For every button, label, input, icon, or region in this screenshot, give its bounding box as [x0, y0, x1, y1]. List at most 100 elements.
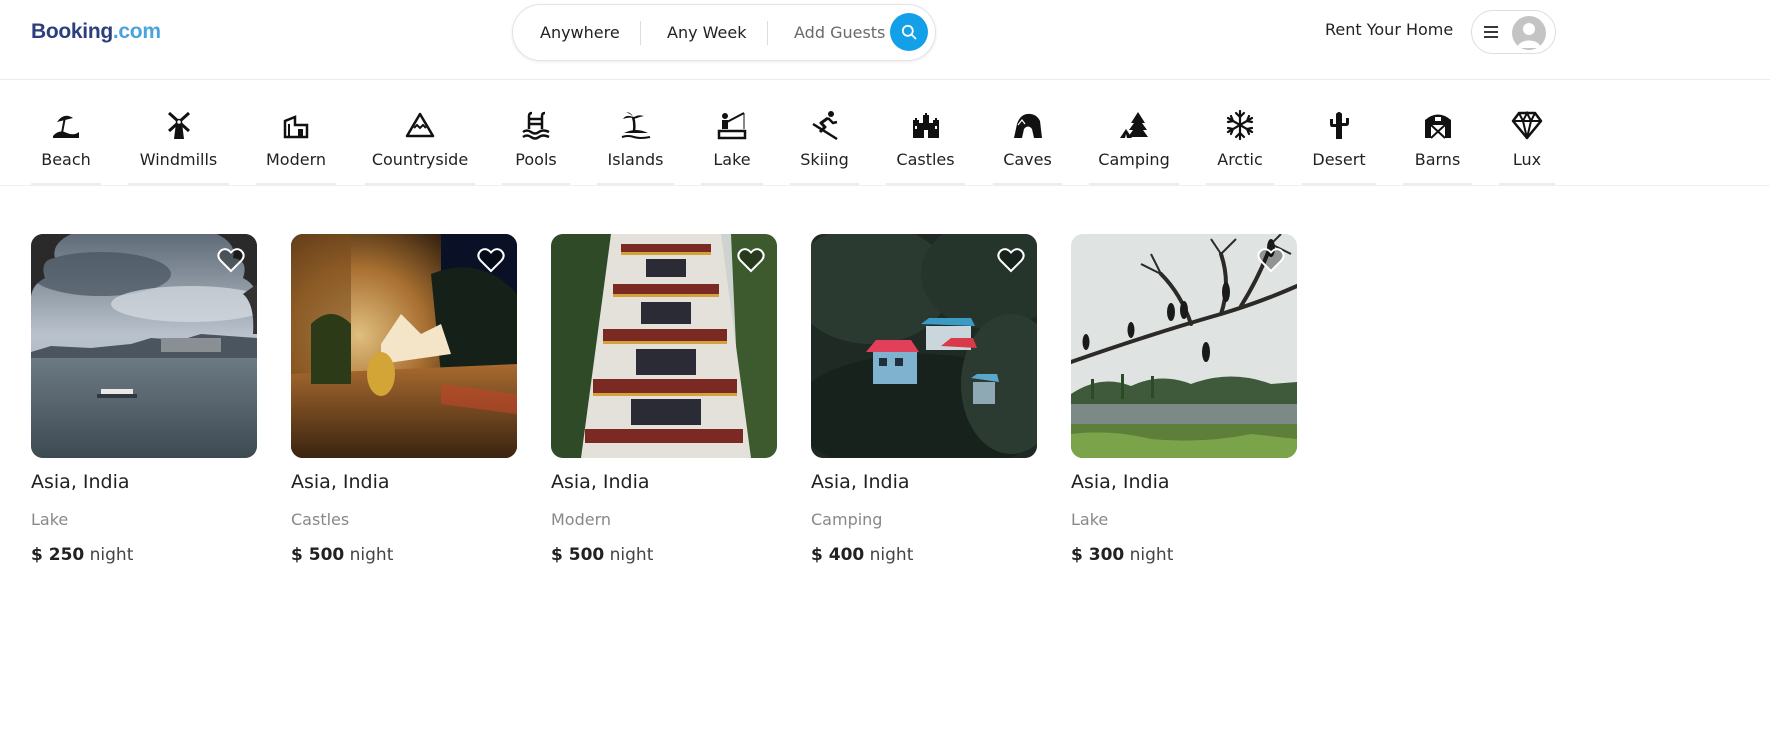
category-lake[interactable]: Lake [701, 80, 763, 185]
listing-photo[interactable] [551, 234, 777, 458]
search-when-button[interactable]: Any Week [667, 5, 746, 62]
listing-category: Camping [811, 510, 883, 529]
search-icon [901, 24, 917, 40]
category-underline [1403, 183, 1472, 185]
pool-ladder-icon [522, 111, 550, 140]
category-underline [1302, 183, 1376, 185]
price-unit: night [1129, 545, 1174, 565]
category-label: Pools [515, 150, 557, 169]
category-camping[interactable]: Camping [1089, 80, 1179, 185]
modern-building-icon [283, 115, 309, 139]
cave-icon [1013, 113, 1042, 138]
search-where-button[interactable]: Anywhere [540, 5, 620, 62]
listing-category: Lake [1071, 510, 1109, 529]
tent-tree-icon [1120, 112, 1148, 138]
listing-category: Lake [31, 510, 69, 529]
listing-category: Modern [551, 510, 612, 529]
category-label: Caves [1003, 150, 1052, 169]
category-windmills[interactable]: Windmills [128, 80, 229, 185]
listing-photo[interactable] [31, 234, 257, 458]
listing-price: $ 500 night [291, 545, 393, 565]
heart-icon[interactable] [217, 247, 245, 273]
category-label: Camping [1098, 150, 1170, 169]
category-underline [701, 183, 763, 185]
category-modern[interactable]: Modern [256, 80, 336, 185]
diamond-icon [1511, 110, 1543, 140]
category-label: Desert [1312, 150, 1366, 169]
price-amount: $ 500 [291, 545, 345, 565]
category-islands[interactable]: Islands [597, 80, 674, 185]
listing-location: Asia, India [811, 471, 910, 493]
category-arctic[interactable]: Arctic [1206, 80, 1274, 185]
category-label: Barns [1414, 150, 1461, 169]
category-label: Castles [896, 150, 955, 169]
price-amount: $ 500 [551, 545, 605, 565]
category-underline [502, 183, 570, 185]
listing-location: Asia, India [31, 471, 130, 493]
category-barns[interactable]: Barns [1403, 80, 1472, 185]
category-pools[interactable]: Pools [502, 80, 570, 185]
category-label: Countryside [371, 150, 469, 169]
heart-icon[interactable] [1257, 247, 1285, 273]
listing-location: Asia, India [551, 471, 650, 493]
listing-photo[interactable] [811, 234, 1037, 458]
category-underline [128, 183, 229, 185]
top-header: Booking.com Anywhere Any Week Add Guests… [0, 0, 1770, 80]
castle-icon [912, 113, 939, 138]
booking-logo[interactable]: Booking.com [31, 20, 161, 44]
avatar [1512, 16, 1546, 50]
category-desert[interactable]: Desert [1302, 80, 1376, 185]
fishing-icon [717, 112, 747, 140]
price-amount: $ 400 [811, 545, 865, 565]
listing-price: $ 400 night [811, 545, 913, 565]
category-underline [31, 183, 101, 185]
hamburger-icon [1484, 26, 1498, 38]
search-guests-button[interactable]: Add Guests [794, 5, 885, 62]
category-countryside[interactable]: Countryside [365, 80, 475, 185]
category-castles[interactable]: Castles [886, 80, 965, 185]
category-beach[interactable]: Beach [31, 80, 101, 185]
category-underline [1206, 183, 1274, 185]
mountain-icon [405, 112, 435, 138]
user-menu-button[interactable] [1471, 10, 1556, 54]
category-label: Islands [607, 150, 664, 169]
category-label: Beach [41, 150, 91, 169]
category-underline [790, 183, 859, 185]
listing-price: $ 300 night [1071, 545, 1173, 565]
category-caves[interactable]: Caves [993, 80, 1062, 185]
rent-your-home-link[interactable]: Rent Your Home [1325, 20, 1453, 39]
listing-price: $ 500 night [551, 545, 653, 565]
heart-icon[interactable] [737, 247, 765, 273]
snowflake-icon [1226, 109, 1254, 141]
price-unit: night [869, 545, 914, 565]
palm-island-icon [621, 112, 650, 139]
category-label: Windmills [139, 150, 218, 169]
category-underline [1089, 183, 1179, 185]
heart-icon[interactable] [997, 247, 1025, 273]
category-label: Modern [265, 150, 327, 169]
listing-photo[interactable] [291, 234, 517, 458]
category-bar: Beach Windmills Modern Countryside Pools… [0, 80, 1770, 186]
listing-photo[interactable] [1071, 234, 1297, 458]
beach-umbrella-icon [53, 115, 79, 138]
category-skiing[interactable]: Skiing [790, 80, 859, 185]
search-submit-button[interactable] [890, 13, 928, 51]
category-lux[interactable]: Lux [1499, 80, 1555, 185]
category-underline [1499, 183, 1555, 185]
price-amount: $ 300 [1071, 545, 1125, 565]
logo-text-booking: Booking [31, 20, 113, 43]
listing-location: Asia, India [1071, 471, 1170, 493]
barn-icon [1424, 114, 1451, 139]
heart-icon[interactable] [477, 247, 505, 273]
price-amount: $ 250 [31, 545, 85, 565]
price-unit: night [349, 545, 394, 565]
price-unit: night [89, 545, 134, 565]
category-underline [993, 183, 1062, 185]
listing-price: $ 250 night [31, 545, 133, 565]
avatar-placeholder-icon [1517, 23, 1541, 48]
category-label: Skiing [800, 150, 849, 169]
listing-location: Asia, India [291, 471, 390, 493]
category-underline [886, 183, 965, 185]
search-divider [640, 21, 641, 45]
search-bar[interactable]: Anywhere Any Week Add Guests [512, 4, 936, 61]
